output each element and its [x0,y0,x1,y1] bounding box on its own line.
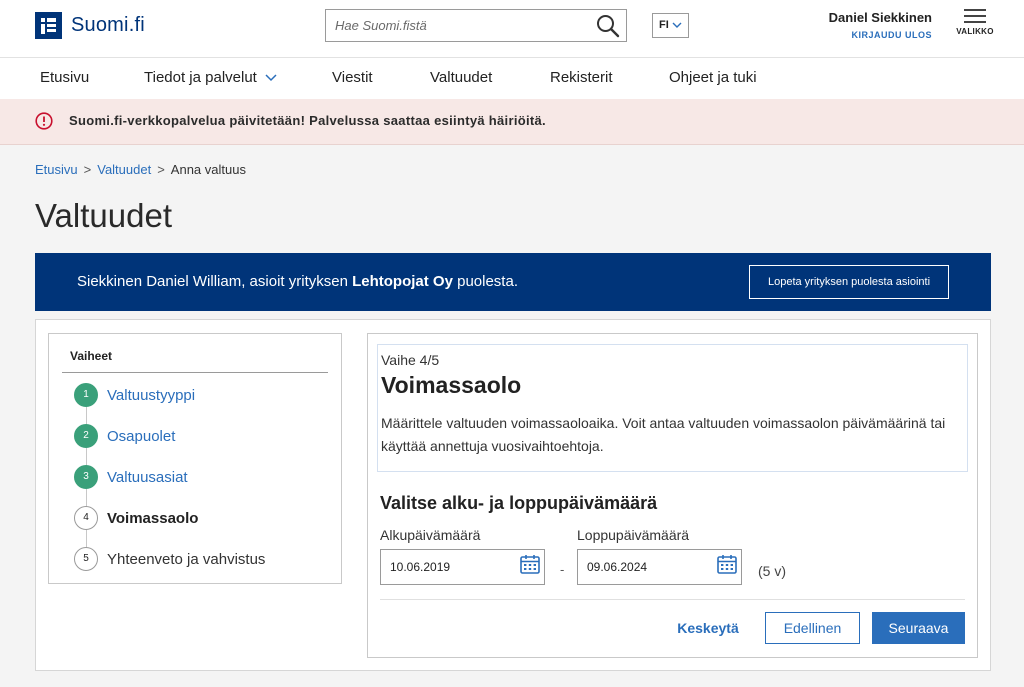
menu-button[interactable]: VALIKKO [954,9,996,43]
language-selector[interactable]: FI [652,13,689,38]
previous-button[interactable]: Edellinen [765,612,860,644]
step-indicator: Vaihe 4/5 [381,352,440,368]
calendar-icon[interactable] [519,553,541,575]
end-date-input[interactable] [578,550,708,584]
logo-mark-icon [35,12,62,39]
step-4-current: 4 Voimassaolo [74,506,198,530]
page-title: Valtuudet [35,197,172,234]
section-description: Määrittele valtuuden voimassaoloaika. Vo… [381,415,946,454]
language-label: FI [659,19,669,31]
menu-label: VALIKKO [956,27,994,36]
chevron-down-icon [672,20,682,33]
banner-text: Siekkinen Daniel William, asioit yrityks… [77,273,518,290]
steps-panel: Vaiheet 1 Valtuustyyppi 2 Osapuolet 3 Va… [48,333,342,584]
site-header: Suomi.fi FI Daniel Siekkinen KIRJAUDU UL… [0,0,1024,58]
start-date-input[interactable] [381,550,511,584]
main-navigation: Etusivu Tiedot ja palvelut Viestit Valtu… [0,58,1024,99]
section-title: Voimassaolo [381,372,522,398]
nav-item-tiedot-ja-palvelut[interactable]: Tiedot ja palvelut [144,69,277,86]
steps-title: Vaiheet [70,349,113,363]
step-2[interactable]: 2 Osapuolet [74,424,175,448]
nav-item-label: Tiedot ja palvelut [144,69,257,86]
breadcrumb-separator: > [83,162,92,177]
search-input[interactable] [326,10,586,41]
step-label: Voimassaolo [107,509,199,527]
step-number: 5 [74,547,98,571]
breadcrumb-separator: > [157,162,165,177]
banner-company: Lehtopojat Oy [352,273,453,290]
breadcrumb: Etusivu > Valtuudet > Anna valtuus [35,162,246,177]
nav-item-rekisterit[interactable]: Rekisterit [550,69,613,86]
start-date-field [380,549,545,585]
step-label: Yhteenveto ja vahvistus [107,550,266,568]
calendar-icon[interactable] [716,553,738,575]
logo-text: Suomi.fi [71,14,145,36]
hamburger-icon [964,9,986,23]
step-1[interactable]: 1 Valtuustyyppi [74,383,195,407]
cancel-button[interactable]: Keskeytä [668,612,748,644]
step-number: 1 [74,383,98,407]
chevron-down-icon [265,69,277,86]
banner-text-before: Siekkinen Daniel William, asioit yrityks… [77,273,353,290]
user-info: Daniel Siekkinen KIRJAUDU ULOS [829,10,932,40]
date-heading: Valitse alku- ja loppupäivämäärä [380,493,658,513]
step-content: Vaihe 4/5 Voimassaolo Määrittele valtuud… [367,333,978,658]
breadcrumb-valtuudet[interactable]: Valtuudet [97,162,151,177]
step-number: 2 [74,424,98,448]
duration-label: (5 v) [758,563,786,579]
breadcrumb-etusivu[interactable]: Etusivu [35,162,78,177]
alert-text: Suomi.fi-verkkopalvelua päivitetään! Pal… [69,113,546,128]
step-5: 5 Yhteenveto ja vahvistus [74,547,265,571]
logout-link[interactable]: KIRJAUDU ULOS [829,30,932,40]
step-label: Valtuusasiat [107,468,188,486]
step-number: 3 [74,465,98,489]
nav-item-etusivu[interactable]: Etusivu [40,69,89,86]
nav-item-ohjeet-ja-tuki[interactable]: Ohjeet ja tuki [669,69,757,86]
search-icon[interactable] [596,14,620,38]
nav-item-valtuudet[interactable]: Valtuudet [430,69,492,86]
stop-acting-button[interactable]: Lopeta yrityksen puolesta asiointi [749,265,949,299]
end-date-field [577,549,742,585]
service-alert: Suomi.fi-verkkopalvelua päivitetään! Pal… [0,99,1024,145]
breadcrumb-current: Anna valtuus [170,162,246,177]
date-range-separator: - [560,562,565,577]
end-date-label: Loppupäivämäärä [577,527,690,543]
nav-item-viestit[interactable]: Viestit [332,69,373,86]
step-label: Valtuustyyppi [107,386,196,404]
search-box [325,9,627,42]
divider [62,372,328,373]
step-info: Vaihe 4/5 Voimassaolo Määrittele valtuud… [377,344,968,472]
divider [380,599,965,600]
acting-on-behalf-banner: Siekkinen Daniel William, asioit yrityks… [35,253,991,311]
start-date-label: Alkupäivämäärä [380,527,481,543]
step-label: Osapuolet [107,427,176,445]
banner-text-after: puolesta. [452,273,518,290]
suomi-fi-logo[interactable]: Suomi.fi [35,12,145,39]
step-number: 4 [74,506,98,530]
user-name: Daniel Siekkinen [828,10,932,25]
step-3[interactable]: 3 Valtuusasiat [74,465,188,489]
alert-circle-icon [35,112,53,130]
next-button[interactable]: Seuraava [872,612,965,644]
